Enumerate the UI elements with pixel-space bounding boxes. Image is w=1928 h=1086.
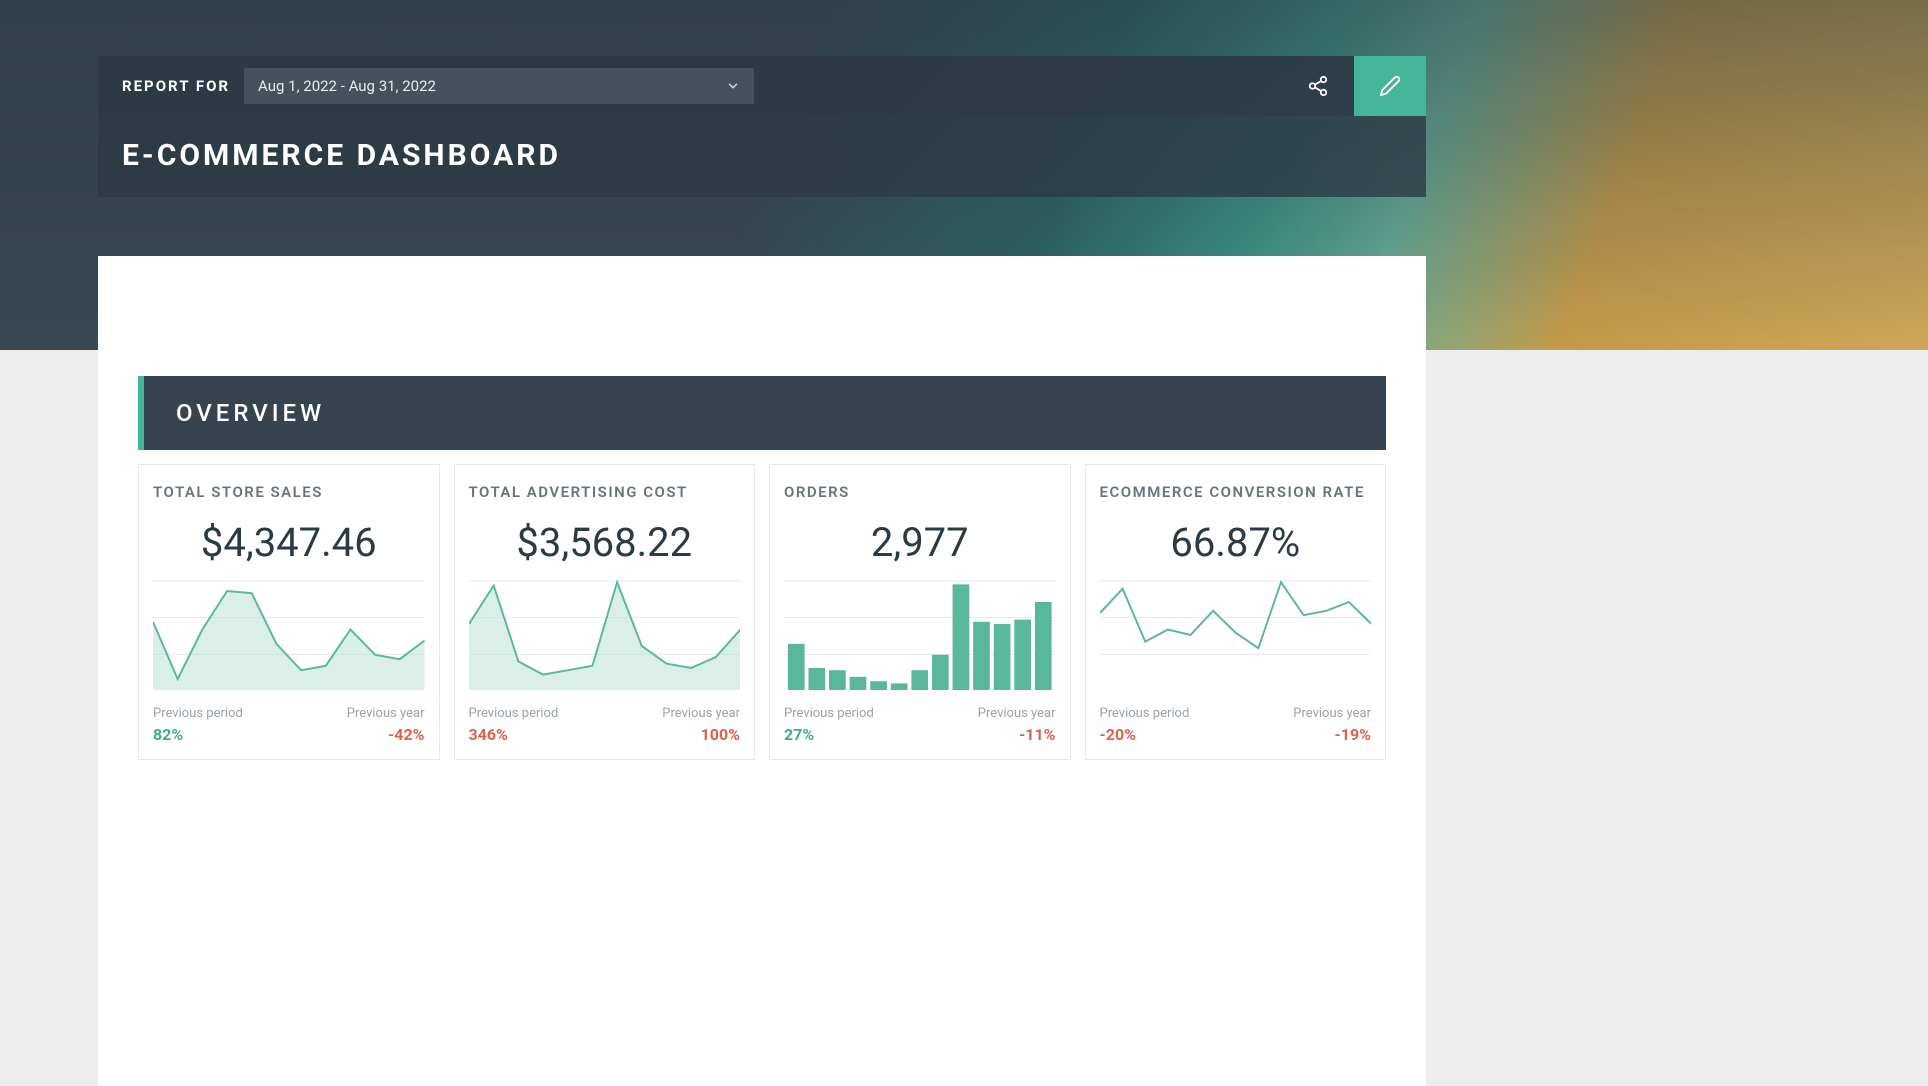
date-range-value: Aug 1, 2022 - Aug 31, 2022	[258, 77, 436, 95]
sparkline-area	[153, 580, 425, 690]
kpi-value: $3,568.22	[469, 519, 741, 566]
kpi-title: TOTAL ADVERTISING COST	[469, 483, 741, 501]
kpi-value: 2,977	[784, 519, 1056, 566]
kpi-title: ORDERS	[784, 483, 1056, 501]
prev-year-label: Previous year	[662, 706, 740, 721]
share-button[interactable]	[1282, 56, 1354, 116]
kpi-title: TOTAL STORE SALES	[153, 483, 425, 501]
kpi-value: $4,347.46	[153, 519, 425, 566]
kpi-total-advertising-cost[interactable]: TOTAL ADVERTISING COST $3,568.22 Previou…	[454, 464, 756, 760]
date-range-select[interactable]: Aug 1, 2022 - Aug 31, 2022	[244, 68, 754, 104]
kpi-compare-row: Previous period 27% Previous year -11%	[784, 706, 1056, 744]
kpi-ecommerce-conversion-rate[interactable]: ECOMMERCE CONVERSION RATE 66.87% Previou…	[1085, 464, 1387, 760]
kpi-orders[interactable]: ORDERS 2,977 Previous period 27% Previou…	[769, 464, 1071, 760]
section-header-overview: OVERVIEW	[138, 376, 1386, 450]
pencil-icon	[1379, 75, 1401, 97]
prev-period-value: 27%	[784, 725, 874, 744]
page-title: E-COMMERCE DASHBOARD	[122, 138, 1402, 173]
prev-period-value: -20%	[1100, 725, 1190, 744]
edit-button[interactable]	[1354, 56, 1426, 116]
prev-year-value: -11%	[978, 725, 1056, 744]
prev-period-label: Previous period	[784, 706, 874, 721]
prev-period-label: Previous period	[1100, 706, 1190, 721]
kpi-total-store-sales[interactable]: TOTAL STORE SALES $4,347.46 Previous per…	[138, 464, 440, 760]
prev-period-label: Previous period	[469, 706, 559, 721]
prev-period-value: 346%	[469, 725, 559, 744]
share-icon	[1307, 75, 1329, 97]
kpi-compare-row: Previous period -20% Previous year -19%	[1100, 706, 1372, 744]
prev-year-label: Previous year	[1293, 706, 1371, 721]
prev-year-value: -19%	[1293, 725, 1371, 744]
prev-year-label: Previous year	[347, 706, 425, 721]
chevron-down-icon	[726, 79, 740, 93]
sparkline-line	[1100, 580, 1372, 690]
sparkline-area	[469, 580, 741, 690]
kpi-compare-row: Previous period 82% Previous year -42%	[153, 706, 425, 744]
report-for-label: REPORT FOR	[122, 77, 230, 95]
prev-year-label: Previous year	[978, 706, 1056, 721]
kpi-grid: TOTAL STORE SALES $4,347.46 Previous per…	[138, 464, 1386, 760]
sparkline-bar	[784, 580, 1056, 690]
prev-period-label: Previous period	[153, 706, 243, 721]
title-bar: E-COMMERCE DASHBOARD	[98, 116, 1426, 197]
content-card: OVERVIEW TOTAL STORE SALES $4,347.46 Pre…	[98, 256, 1426, 1086]
kpi-title: ECOMMERCE CONVERSION RATE	[1100, 483, 1372, 501]
kpi-value: 66.87%	[1100, 519, 1372, 566]
prev-period-value: 82%	[153, 725, 243, 744]
prev-year-value: -42%	[347, 725, 425, 744]
prev-year-value: 100%	[662, 725, 740, 744]
report-toolbar: REPORT FOR Aug 1, 2022 - Aug 31, 2022	[98, 56, 1426, 116]
section-title-overview: OVERVIEW	[176, 399, 325, 427]
kpi-compare-row: Previous period 346% Previous year 100%	[469, 706, 741, 744]
